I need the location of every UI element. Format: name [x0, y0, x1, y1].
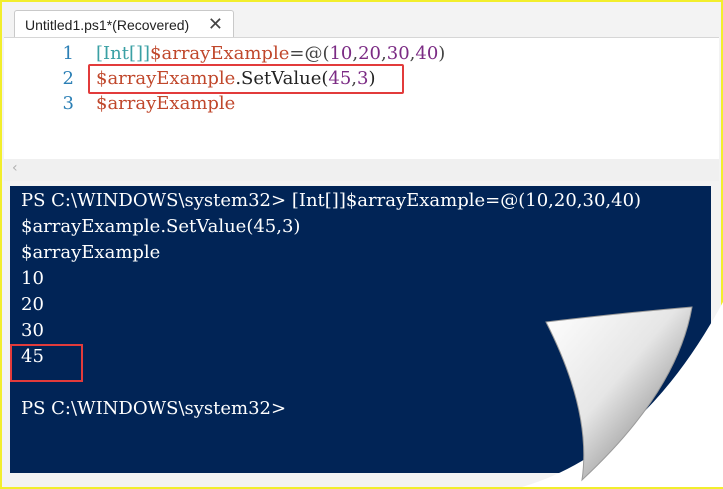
console-line: 20 — [21, 294, 44, 315]
line-number: 2 — [62, 68, 74, 89]
editor-line: 3 $arrayExample — [4, 92, 704, 116]
console-line: PS C:\WINDOWS\system32> — [21, 398, 287, 419]
close-icon[interactable]: ✕ — [208, 14, 223, 35]
code-text[interactable]: [Int[]]$arrayExample=@(10,20,30,40) — [96, 42, 445, 66]
highlight-box — [88, 64, 404, 94]
console-line: $arrayExample.SetValue(45,3) — [21, 216, 301, 237]
tab-strip: Untitled1.ps1*(Recovered) ✕ — [4, 4, 719, 38]
horizontal-scrollbar[interactable]: ‹ — [4, 159, 719, 181]
line-number: 3 — [62, 93, 74, 114]
console-line: PS C:\WINDOWS\system32> [Int[]]$arrayExa… — [21, 190, 642, 211]
editor-line: 1 [Int[]]$arrayExample=@(10,20,30,40) — [4, 42, 704, 66]
tab-untitled1[interactable]: Untitled1.ps1*(Recovered) ✕ — [14, 10, 234, 38]
script-editor[interactable]: 1 [Int[]]$arrayExample=@(10,20,30,40) 2 … — [4, 37, 719, 160]
scroll-left-icon[interactable]: ‹ — [12, 160, 18, 176]
console-line: 10 — [21, 268, 44, 289]
screenshot-frame: Untitled1.ps1*(Recovered) ✕ 1 [Int[]]$ar… — [0, 0, 723, 489]
code-text[interactable]: $arrayExample — [96, 92, 235, 116]
page-curl-decoration — [522, 302, 723, 487]
tab-title: Untitled1.ps1*(Recovered) — [25, 17, 190, 33]
line-number: 1 — [62, 43, 74, 64]
console-line: 30 — [21, 320, 44, 341]
output-highlight-box — [10, 344, 83, 382]
console-line: $arrayExample — [21, 242, 161, 263]
